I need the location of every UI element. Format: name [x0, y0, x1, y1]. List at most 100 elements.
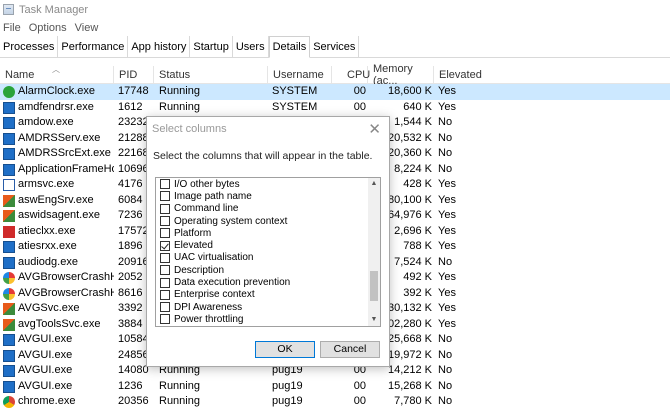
column-option[interactable]: UAC virtualisation [156, 252, 380, 264]
process-memory: 15,268 K [387, 379, 432, 392]
process-elevated: Yes [438, 224, 456, 237]
process-status: Running [159, 395, 200, 407]
process-name: AMDRSSrcExt.exe [18, 147, 111, 159]
process-name: avgToolsSvc.exe [18, 317, 101, 330]
process-elevated: Yes [438, 178, 456, 190]
process-elevated: No [438, 131, 453, 144]
process-name: aswEngSrv.exe [18, 193, 94, 206]
task-manager-icon [3, 4, 14, 15]
amd-icon [3, 132, 15, 145]
avast-icon [3, 210, 15, 222]
process-name: amdfendrsr.exe [18, 100, 94, 113]
process-elevated: Yes [438, 100, 456, 113]
process-elevated: No [438, 395, 453, 407]
process-name: AVGBrowserCrashHa... [18, 271, 114, 283]
process-name: ApplicationFrameHo... [18, 162, 114, 175]
column-option-label: DPI Awareness [174, 301, 243, 313]
column-header-pid[interactable]: PID [114, 66, 154, 84]
process-memory: 640 K [403, 100, 432, 113]
column-option-label: Enterprise context [174, 289, 255, 301]
tab-users[interactable]: Users [232, 36, 269, 57]
column-option[interactable]: Operating system context [156, 215, 380, 227]
column-option[interactable]: Image path name [156, 190, 380, 202]
tab-performance[interactable]: Performance [58, 36, 129, 57]
amd-icon [3, 256, 15, 269]
process-name: AVGBrowserCrashHa... [18, 286, 114, 299]
process-elevated: No [438, 364, 453, 376]
checkbox-unchecked[interactable] [160, 289, 170, 300]
column-option-label: Data execution prevention [174, 277, 291, 289]
scroll-up-icon[interactable]: ▲ [368, 178, 380, 190]
checkbox-unchecked[interactable] [160, 203, 170, 214]
column-option-label: Operating system context [174, 215, 288, 227]
process-username: SYSTEM [272, 85, 318, 97]
tab-startup[interactable]: Startup [190, 36, 233, 57]
checkbox-unchecked[interactable] [160, 265, 170, 276]
amd-icon [3, 117, 15, 129]
checkbox-unchecked[interactable] [160, 252, 170, 263]
column-option-label: Image path name [174, 190, 252, 202]
process-name: AVGSvc.exe [18, 302, 80, 314]
process-cpu: 00 [353, 395, 366, 407]
process-elevated: Yes [438, 286, 456, 299]
column-header-cpu[interactable]: CPU [332, 66, 370, 84]
scroll-thumb[interactable] [370, 271, 378, 301]
checkbox-unchecked[interactable] [160, 314, 170, 325]
column-header-elevated[interactable]: Elevated [434, 66, 670, 84]
process-elevated: Yes [438, 302, 456, 314]
column-option[interactable]: Platform [156, 227, 380, 239]
avg-ui-icon [3, 349, 15, 362]
column-header-status[interactable]: Status [154, 66, 268, 84]
checkbox-unchecked[interactable] [160, 277, 170, 288]
checklist-scrollbar[interactable]: ▲ ▼ [368, 178, 380, 326]
process-name: AlarmClock.exe [18, 85, 96, 97]
dialog-title: Select columns [152, 123, 227, 135]
column-option[interactable]: Enterprise context [156, 289, 380, 301]
menu-file[interactable]: File [3, 22, 21, 34]
process-name: atieclxx.exe [18, 224, 76, 237]
column-option-label: Power throttling [174, 313, 244, 325]
checkbox-unchecked[interactable] [160, 179, 170, 190]
tab-processes[interactable]: Processes [0, 36, 59, 57]
checkbox-unchecked[interactable] [160, 216, 170, 227]
menu-view[interactable]: View [75, 22, 99, 34]
column-header-name[interactable]: ︿ Name [0, 65, 114, 84]
column-option[interactable]: Command line [156, 203, 380, 215]
table-row[interactable]: chrome.exe 20356 Running pug19 00 7,780 K No [0, 394, 670, 410]
table-row[interactable]: amdfendrsr.exe 1612 Running SYSTEM 00 640 K Ye… [0, 100, 670, 116]
table-row[interactable]: AVGUI.exe 1236 Running pug19 00 15,268 K No [0, 379, 670, 395]
scroll-down-icon[interactable]: ▼ [368, 314, 380, 326]
title-bar: Task Manager [0, 0, 670, 19]
table-row[interactable]: AlarmClock.exe 17748 Running SYSTEM 00 18,600… [0, 84, 670, 100]
menu-options[interactable]: Options [29, 22, 67, 34]
column-option[interactable]: Description [156, 264, 380, 276]
process-status: Running [159, 379, 200, 392]
checkbox-unchecked[interactable] [160, 228, 170, 239]
avg-ui-icon [3, 380, 15, 393]
process-name: AVGUI.exe [18, 333, 73, 345]
column-header-memory[interactable]: Memory (ac... [368, 63, 434, 87]
process-elevated: No [438, 255, 453, 268]
close-icon[interactable]: ✕ [368, 120, 381, 138]
checkbox-unchecked[interactable] [160, 302, 170, 313]
tab-app-history[interactable]: App history [128, 36, 191, 57]
column-option[interactable]: Power throttling [156, 313, 380, 325]
column-option[interactable]: DPI Awareness [156, 301, 380, 313]
process-name: chrome.exe [18, 395, 76, 407]
column-header-username[interactable]: Username [268, 66, 332, 84]
column-option[interactable]: I/O other bytes [156, 178, 380, 190]
process-name: AVGUI.exe [18, 348, 73, 361]
column-option[interactable]: Elevated [156, 239, 380, 251]
process-name: AMDRSServ.exe [18, 131, 101, 144]
avast-icon [3, 303, 15, 315]
checkbox-unchecked[interactable] [160, 191, 170, 202]
cancel-button[interactable]: Cancel [320, 341, 380, 358]
process-username: pug19 [272, 379, 303, 392]
checkbox-checked[interactable] [160, 240, 170, 251]
tab-details[interactable]: Details [268, 36, 311, 58]
sort-ascending-icon: ︿ [52, 65, 60, 74]
column-option-label: Elevated [174, 240, 213, 252]
column-option[interactable]: Data execution prevention [156, 276, 380, 288]
tab-services[interactable]: Services [310, 36, 360, 57]
ok-button[interactable]: OK [255, 341, 315, 358]
